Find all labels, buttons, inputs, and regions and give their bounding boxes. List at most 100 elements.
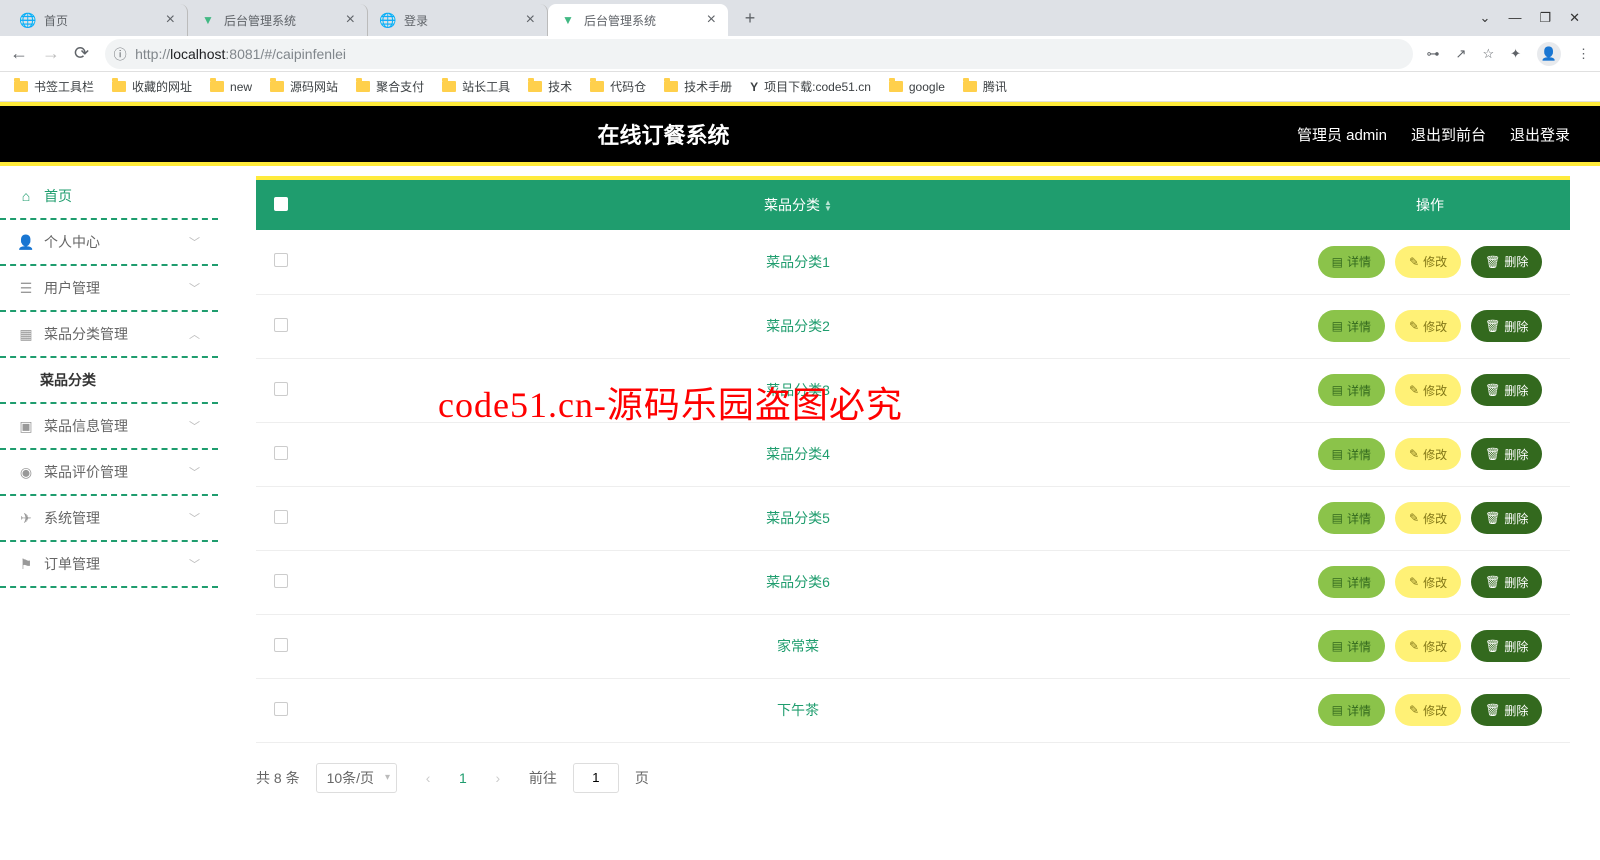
extension-icon[interactable]: ✦: [1510, 46, 1521, 62]
delete-button[interactable]: 🗑删除: [1471, 502, 1542, 534]
forward-button[interactable]: →: [42, 43, 60, 64]
bookmark-item[interactable]: new: [210, 80, 252, 94]
close-tab-icon[interactable]: ×: [526, 11, 535, 29]
row-checkbox[interactable]: [274, 638, 288, 652]
row-checkbox[interactable]: [274, 446, 288, 460]
close-tab-icon[interactable]: ×: [707, 11, 716, 29]
sidebar-item-home[interactable]: ⌂ 首页: [0, 174, 218, 220]
bookmark-item[interactable]: 源码网站: [270, 78, 338, 95]
detail-button[interactable]: ▤详情: [1318, 694, 1385, 726]
bookmark-favicon: Y: [750, 80, 758, 94]
bookmark-item[interactable]: google: [889, 80, 945, 94]
category-name[interactable]: 菜品分类2: [766, 318, 830, 334]
delete-button[interactable]: 🗑删除: [1471, 374, 1542, 406]
browser-tab[interactable]: 🌐登录×: [368, 4, 548, 36]
bookmark-item[interactable]: 腾讯: [963, 78, 1007, 95]
delete-button[interactable]: 🗑删除: [1471, 246, 1542, 278]
sidebar-item[interactable]: 👤个人中心﹀: [0, 220, 218, 266]
profile-avatar[interactable]: 👤: [1537, 42, 1561, 66]
site-info-icon[interactable]: ⓘ: [105, 44, 135, 63]
category-name[interactable]: 下午茶: [777, 702, 819, 718]
browser-tab[interactable]: ▼后台管理系统×: [548, 4, 728, 36]
info-icon: ▣: [18, 418, 34, 434]
page-number[interactable]: 1: [459, 770, 467, 786]
bookmark-item[interactable]: 技术: [528, 78, 572, 95]
edit-button[interactable]: ✎修改: [1395, 310, 1461, 342]
minimize-button[interactable]: ―: [1508, 10, 1521, 26]
edit-button[interactable]: ✎修改: [1395, 502, 1461, 534]
logout-link[interactable]: 退出登录: [1510, 124, 1570, 145]
share-icon[interactable]: ↗: [1456, 46, 1467, 62]
folder-icon: [270, 81, 284, 92]
sidebar-item[interactable]: ☰用户管理﹀: [0, 266, 218, 312]
category-name[interactable]: 菜品分类6: [766, 574, 830, 590]
row-checkbox[interactable]: [274, 702, 288, 716]
chevron-icon: ︿: [189, 326, 200, 342]
goto-page-input[interactable]: [573, 763, 619, 793]
bookmark-item[interactable]: Y项目下载:code51.cn: [750, 78, 871, 95]
category-name[interactable]: 菜品分类3: [766, 382, 830, 398]
close-tab-icon[interactable]: ×: [346, 11, 355, 29]
category-col-header[interactable]: 菜品分类▲▼: [306, 180, 1290, 230]
category-name[interactable]: 菜品分类1: [766, 254, 830, 270]
row-checkbox[interactable]: [274, 318, 288, 332]
edit-button[interactable]: ✎修改: [1395, 374, 1461, 406]
sidebar-subitem[interactable]: 菜品分类: [0, 358, 218, 404]
browser-tab[interactable]: 🌐首页×: [8, 4, 188, 36]
sidebar-item[interactable]: ◉菜品评价管理﹀: [0, 450, 218, 496]
bookmark-item[interactable]: 站长工具: [442, 78, 510, 95]
sidebar-item[interactable]: ▦菜品分类管理︿: [0, 312, 218, 358]
menu-icon[interactable]: ⋮: [1577, 46, 1590, 62]
admin-label[interactable]: 管理员 admin: [1297, 124, 1387, 145]
close-window-button[interactable]: ✕: [1569, 10, 1580, 26]
bookmark-item[interactable]: 聚合支付: [356, 78, 424, 95]
chevron-down-icon[interactable]: ⌄: [1480, 10, 1491, 26]
delete-button[interactable]: 🗑删除: [1471, 694, 1542, 726]
reload-button[interactable]: ⟳: [74, 43, 89, 64]
row-checkbox[interactable]: [274, 253, 288, 267]
detail-button[interactable]: ▤详情: [1318, 246, 1385, 278]
vue-favicon: ▼: [560, 12, 576, 28]
detail-button[interactable]: ▤详情: [1318, 438, 1385, 470]
prev-page-button[interactable]: ‹: [413, 763, 443, 793]
detail-button[interactable]: ▤详情: [1318, 630, 1385, 662]
detail-button[interactable]: ▤详情: [1318, 374, 1385, 406]
row-checkbox[interactable]: [274, 574, 288, 588]
back-button[interactable]: ←: [10, 43, 28, 64]
category-name[interactable]: 家常菜: [777, 638, 819, 654]
edit-button[interactable]: ✎修改: [1395, 438, 1461, 470]
delete-button[interactable]: 🗑删除: [1471, 310, 1542, 342]
goto-front-link[interactable]: 退出到前台: [1411, 124, 1486, 145]
new-tab-button[interactable]: +: [736, 8, 764, 29]
category-name[interactable]: 菜品分类5: [766, 510, 830, 526]
sidebar-item[interactable]: ⚑订单管理﹀: [0, 542, 218, 588]
page-size-select[interactable]: 10条/页: [316, 763, 397, 793]
bookmark-item[interactable]: 书签工具栏: [14, 78, 94, 95]
delete-button[interactable]: 🗑删除: [1471, 630, 1542, 662]
bookmark-item[interactable]: 收藏的网址: [112, 78, 192, 95]
bookmark-item[interactable]: 代码仓: [590, 78, 646, 95]
sidebar-item[interactable]: ▣菜品信息管理﹀: [0, 404, 218, 450]
row-checkbox[interactable]: [274, 510, 288, 524]
edit-button[interactable]: ✎修改: [1395, 246, 1461, 278]
bookmark-item[interactable]: 技术手册: [664, 78, 732, 95]
next-page-button[interactable]: ›: [483, 763, 513, 793]
browser-tab[interactable]: ▼后台管理系统×: [188, 4, 368, 36]
row-checkbox[interactable]: [274, 382, 288, 396]
select-all-checkbox[interactable]: [274, 197, 288, 211]
maximize-button[interactable]: ❐: [1539, 10, 1551, 26]
address-bar[interactable]: ⓘ http://localhost:8081/#/caipinfenlei: [105, 39, 1412, 69]
bookmark-star-icon[interactable]: ☆: [1482, 46, 1494, 62]
detail-button[interactable]: ▤详情: [1318, 310, 1385, 342]
delete-button[interactable]: 🗑删除: [1471, 566, 1542, 598]
detail-button[interactable]: ▤详情: [1318, 566, 1385, 598]
edit-button[interactable]: ✎修改: [1395, 566, 1461, 598]
detail-button[interactable]: ▤详情: [1318, 502, 1385, 534]
edit-button[interactable]: ✎修改: [1395, 694, 1461, 726]
delete-button[interactable]: 🗑删除: [1471, 438, 1542, 470]
close-tab-icon[interactable]: ×: [166, 11, 175, 29]
category-name[interactable]: 菜品分类4: [766, 446, 830, 462]
edit-button[interactable]: ✎修改: [1395, 630, 1461, 662]
sidebar-item[interactable]: ✈系统管理﹀: [0, 496, 218, 542]
key-icon[interactable]: ⊶: [1427, 46, 1440, 62]
